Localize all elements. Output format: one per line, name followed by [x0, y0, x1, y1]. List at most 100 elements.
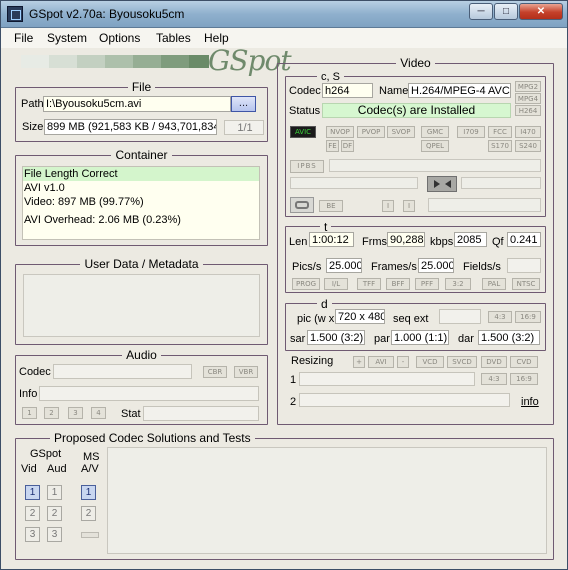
df-flag: DF	[341, 140, 354, 152]
qf-label: Qf	[492, 236, 504, 248]
audio-stream-3[interactable]: 3	[68, 407, 83, 419]
vid-test-3-button[interactable]: 3	[25, 527, 40, 542]
par-field: 1.000 (1:1)	[391, 330, 449, 345]
maximize-button[interactable]: □	[494, 3, 518, 20]
video-group-title: Video	[396, 56, 435, 70]
tff-flag: TFF	[357, 278, 381, 290]
pic-size-label: pic (w x	[297, 313, 335, 325]
pvop-flag: PVOP	[357, 126, 385, 138]
resize-avi-button[interactable]: AVI	[368, 356, 394, 368]
gmc-flag: GMC	[421, 126, 449, 138]
ms-test-1-button[interactable]: 1	[81, 485, 96, 500]
mpg4-button[interactable]: MPG4	[515, 93, 541, 104]
mpg2-button[interactable]: MPG2	[515, 81, 541, 92]
aud-test-2-button[interactable]: 2	[47, 506, 62, 521]
vid-test-1-button[interactable]: 1	[25, 485, 40, 500]
interlace-flag: I/L	[324, 278, 348, 290]
vbr-button[interactable]: VBR	[234, 366, 258, 378]
seq-ext-label: seq ext	[393, 313, 429, 325]
aud-test-1-button[interactable]: 1	[47, 485, 62, 500]
menu-file[interactable]: File	[14, 31, 33, 45]
ms-test-3-slot	[81, 532, 99, 538]
pulldown-flag: 3:2	[445, 278, 471, 290]
ms-test-2-button[interactable]: 2	[81, 506, 96, 521]
container-line: AVI Overhead: 2.06 MB (0.23%)	[24, 214, 181, 226]
pics-per-sec-label: Pics/s	[292, 261, 322, 273]
minimize-button[interactable]: ─	[469, 3, 493, 20]
size-label: Size	[22, 121, 44, 133]
aud-test-3-button[interactable]: 3	[47, 527, 62, 542]
cbr-button[interactable]: CBR	[203, 366, 227, 378]
title-bar[interactable]: GSpot v2.70a: Byousoku5cm ─ □ ✕	[1, 1, 567, 28]
status-field: Codec(s) are Installed	[322, 103, 511, 118]
file-part-field: 1/1	[224, 120, 264, 135]
fields-per-sec-label: Fields/s	[463, 261, 501, 273]
par-label: par	[374, 333, 390, 345]
browse-button[interactable]: ...	[231, 96, 256, 112]
status-label: Status	[289, 105, 321, 117]
audio-stream-2[interactable]: 2	[44, 407, 59, 419]
h264-button[interactable]: H264	[515, 105, 541, 116]
resize-dvd-button[interactable]: DVD	[481, 356, 507, 368]
close-button[interactable]: ✕	[519, 3, 563, 20]
resize-row-2-label: 2	[290, 396, 297, 408]
i-marker-left: I	[382, 200, 394, 212]
s170-flag: S170	[488, 140, 512, 152]
gop-bar-right	[461, 177, 541, 189]
resize-svcd-button[interactable]: SVCD	[447, 356, 477, 368]
resize-minus-button[interactable]: -	[397, 356, 409, 368]
resize-4-3-flag: 4:3	[481, 373, 507, 385]
split-slider-handle[interactable]	[427, 176, 457, 192]
menu-help[interactable]: Help	[204, 31, 229, 45]
i709-flag: I709	[457, 126, 485, 138]
info-link[interactable]: info	[521, 395, 539, 409]
proposed-solutions-box	[107, 447, 547, 554]
minimize-icon: ─	[477, 6, 485, 17]
menu-system[interactable]: System	[47, 31, 87, 45]
i470-flag: I470	[515, 126, 541, 138]
container-group-title: Container	[111, 148, 172, 162]
resize-row-1-field	[299, 372, 475, 386]
maximize-icon: □	[502, 6, 510, 17]
kbps-label: kbps	[430, 236, 454, 248]
sar-label: sar	[290, 333, 306, 345]
vid-test-2-button[interactable]: 2	[25, 506, 40, 521]
frames-count-field: 90,288	[387, 232, 425, 247]
resize-cvd-button[interactable]: CVD	[510, 356, 538, 368]
audio-info-field	[39, 386, 259, 401]
codec-subgroup-title: c, S	[317, 71, 344, 83]
resize-plus-button[interactable]: +	[353, 356, 365, 368]
user-data-box	[23, 274, 260, 337]
pics-per-sec-field: 25.000	[326, 258, 362, 273]
resize-vcd-button[interactable]: VCD	[416, 356, 444, 368]
file-group-title: File	[127, 80, 156, 94]
prog-flag: PROG	[292, 278, 320, 290]
audio-stream-4[interactable]: 4	[91, 407, 106, 419]
path-field[interactable]: I:\Byousoku5cm.avi	[43, 96, 231, 112]
menu-tables[interactable]: Tables	[156, 31, 191, 45]
name-label: Name	[379, 85, 409, 97]
i-marker-right: I	[403, 200, 415, 212]
fields-per-sec-field	[507, 258, 541, 273]
ntsc-flag: NTSC	[512, 278, 540, 290]
qf-field: 0.241	[507, 232, 541, 247]
frame-type-display	[329, 159, 541, 172]
audio-stream-1[interactable]: 1	[22, 407, 37, 419]
menu-options[interactable]: Options	[99, 31, 140, 45]
container-line: Video: 897 MB (99.77%)	[24, 196, 144, 208]
nvop-flag: NVOP	[326, 126, 354, 138]
length-field: 1:00:12	[309, 232, 354, 247]
be-button[interactable]: BE	[319, 200, 343, 212]
link-icon[interactable]	[290, 197, 314, 213]
window-title: GSpot v2.70a: Byousoku5cm	[29, 7, 185, 21]
app-icon	[7, 6, 23, 22]
ipbs-button[interactable]: IPBS	[290, 160, 324, 173]
frames-per-sec-field: 25.000	[418, 258, 454, 273]
codec-field: h264	[322, 83, 373, 98]
pal-flag: PAL	[482, 278, 506, 290]
aud-column-label: Aud	[47, 463, 67, 475]
container-info-box: File Length Correct AVI v1.0 Video: 897 …	[22, 166, 260, 240]
size-field: 899 MB (921,583 KB / 943,701,834	[44, 119, 217, 135]
length-label: Len	[289, 236, 308, 248]
resizing-label: Resizing	[291, 355, 334, 367]
